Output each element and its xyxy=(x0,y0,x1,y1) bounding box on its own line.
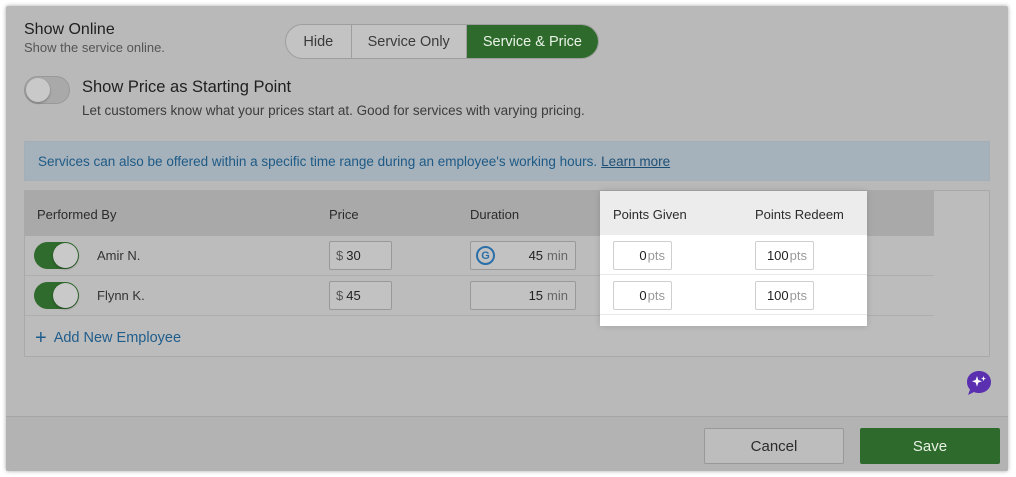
currency-symbol: $ xyxy=(336,288,344,303)
points-given-value: 0 xyxy=(639,248,647,263)
points-unit: pts xyxy=(789,288,807,303)
points-redeem-value: 100 xyxy=(766,248,789,263)
price-value: 45 xyxy=(346,288,361,303)
points-row: 0 pts 100 pts xyxy=(600,275,867,315)
header-performed-by: Performed By xyxy=(37,207,117,222)
g-badge-icon[interactable]: G xyxy=(476,246,495,265)
employee-toggle[interactable] xyxy=(34,282,79,309)
points-highlight-panel: Points Given Points Redeem 0 pts 100 pts… xyxy=(600,191,867,326)
employee-toggle[interactable] xyxy=(34,242,79,269)
plus-icon: + xyxy=(35,327,47,349)
duration-value: 15 xyxy=(528,288,544,303)
learn-more-link[interactable]: Learn more xyxy=(601,154,670,169)
header-price: Price xyxy=(329,207,359,222)
header-points-redeem: Points Redeem xyxy=(755,207,844,222)
employee-name: Amir N. xyxy=(97,248,141,263)
toggle-knob xyxy=(26,78,50,102)
header-points-given: Points Given xyxy=(613,207,687,222)
currency-symbol: $ xyxy=(336,248,344,263)
points-unit: pts xyxy=(789,248,807,263)
add-new-employee-label: Add New Employee xyxy=(53,330,182,346)
header-duration: Duration xyxy=(470,207,520,222)
save-button[interactable]: Save xyxy=(860,428,1000,464)
price-input[interactable]: $ 30 xyxy=(329,241,392,270)
points-redeem-input[interactable]: 100 pts xyxy=(755,241,814,270)
points-header: Points Given Points Redeem xyxy=(600,191,867,235)
show-online-segmented-control: Hide Service Only Service & Price xyxy=(285,24,599,59)
segment-service-and-price[interactable]: Service & Price xyxy=(466,25,598,58)
modal-footer: Cancel Save xyxy=(6,416,1008,471)
add-new-employee-button[interactable]: + Add New Employee xyxy=(35,328,181,348)
points-given-value: 0 xyxy=(639,288,647,303)
info-banner-text: Services can also be offered within a sp… xyxy=(38,153,598,169)
points-given-input[interactable]: 0 pts xyxy=(613,241,672,270)
toggle-knob xyxy=(53,243,78,268)
show-online-subtitle: Show the service online. xyxy=(24,40,165,55)
points-unit: pts xyxy=(647,248,665,263)
price-input[interactable]: $ 45 xyxy=(329,281,392,310)
employee-name: Flynn K. xyxy=(97,288,145,303)
cancel-button[interactable]: Cancel xyxy=(704,428,844,464)
ai-assistant-icon[interactable] xyxy=(964,368,994,398)
toggle-knob xyxy=(53,283,78,308)
points-redeem-input[interactable]: 100 pts xyxy=(755,281,814,310)
price-value: 30 xyxy=(346,248,361,263)
points-unit: pts xyxy=(647,288,665,303)
duration-unit: min xyxy=(547,248,568,263)
points-redeem-value: 100 xyxy=(766,288,789,303)
show-online-title: Show Online xyxy=(24,21,115,38)
points-given-input[interactable]: 0 pts xyxy=(613,281,672,310)
duration-input[interactable]: 15 min xyxy=(470,281,576,310)
price-starting-point-title: Show Price as Starting Point xyxy=(82,78,292,96)
duration-value: 45 xyxy=(528,248,544,263)
duration-input[interactable]: G 45 min xyxy=(470,241,576,270)
price-starting-point-toggle[interactable] xyxy=(24,76,70,104)
duration-unit: min xyxy=(547,288,568,303)
segment-service-only[interactable]: Service Only xyxy=(352,25,467,58)
price-starting-point-subtitle: Let customers know what your prices star… xyxy=(82,103,585,118)
info-banner: Services can also be offered within a sp… xyxy=(24,141,990,181)
points-row: 0 pts 100 pts xyxy=(600,235,867,275)
segment-hide[interactable]: Hide xyxy=(286,25,352,58)
service-settings-modal: Show Online Show the service online. Hid… xyxy=(6,6,1008,471)
